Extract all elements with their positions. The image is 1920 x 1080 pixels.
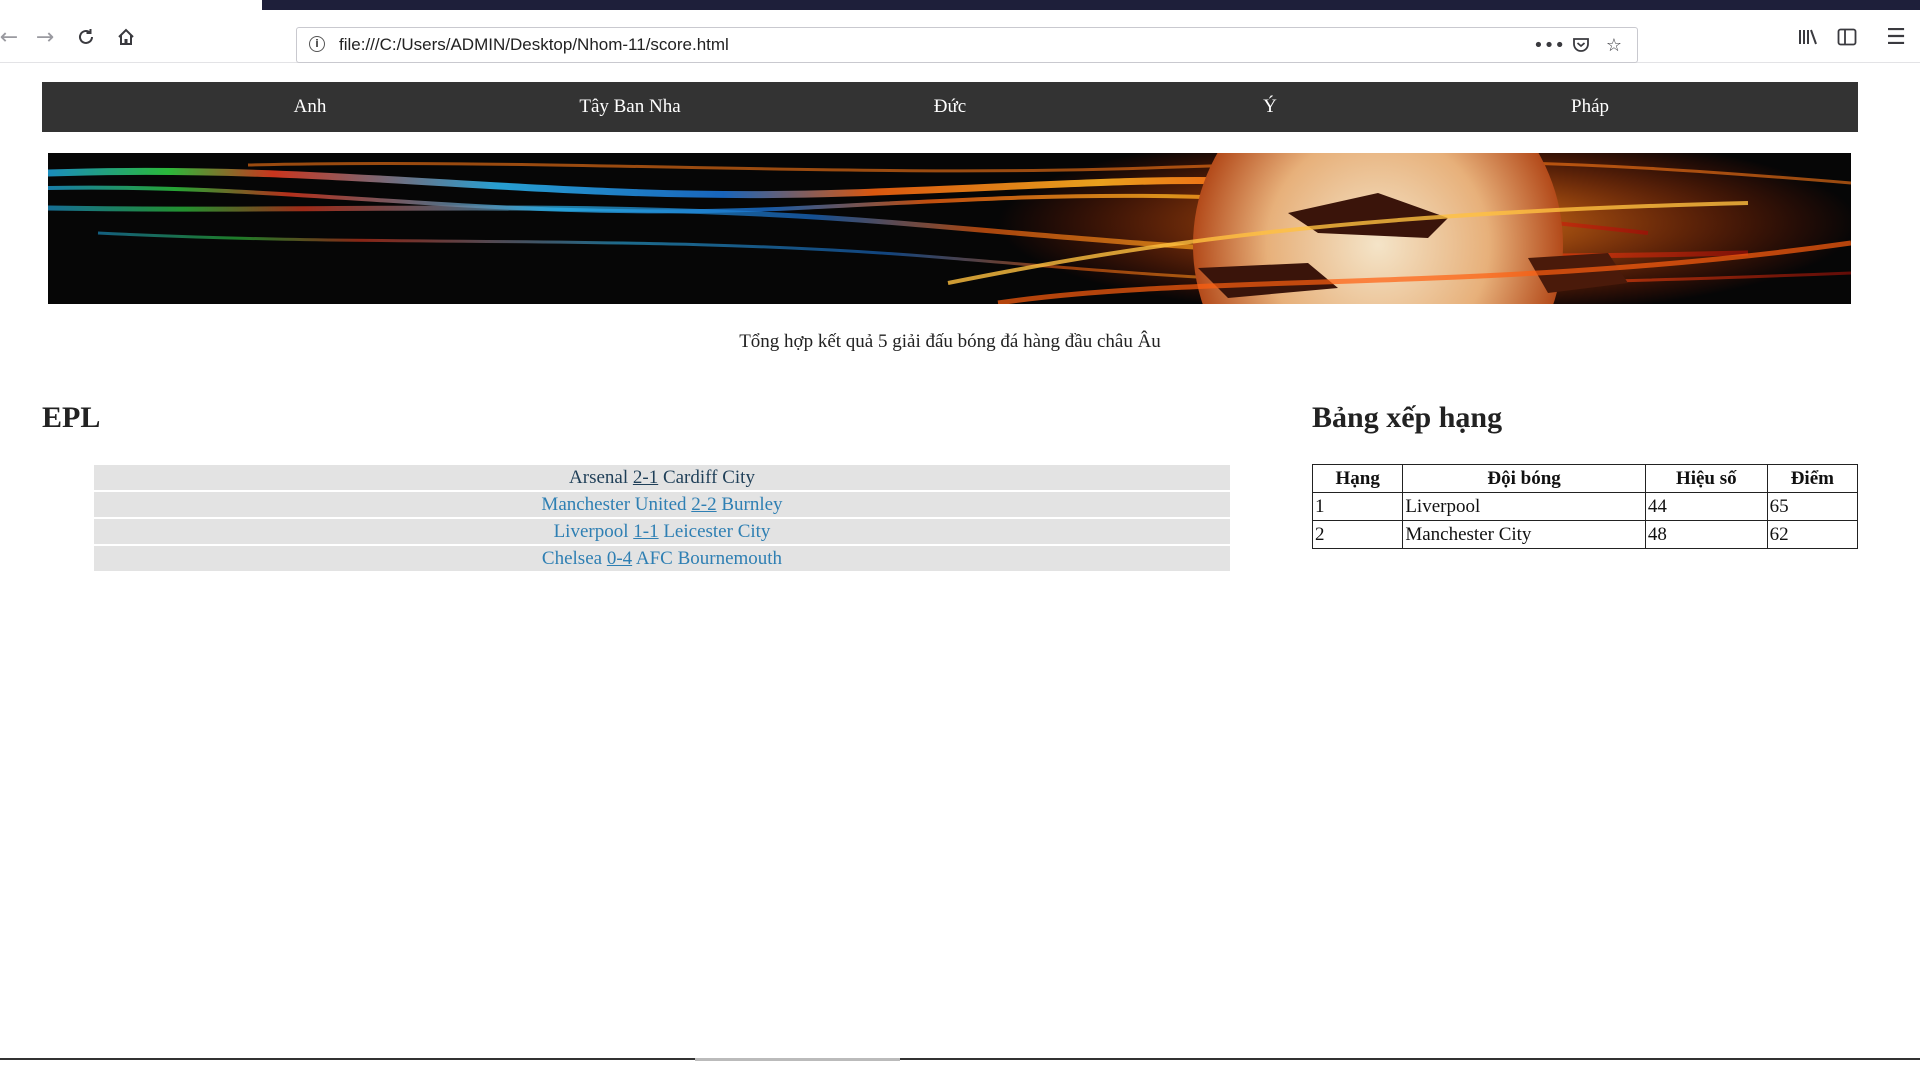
match-row: Chelsea 0-4 AFC Bournemouth xyxy=(94,546,1230,571)
nav-item-y[interactable]: Ý xyxy=(1110,82,1430,132)
away-team: Cardiff City xyxy=(662,467,755,488)
epl-heading: EPL xyxy=(42,401,101,434)
score-link[interactable]: 2-1 xyxy=(633,467,658,488)
match-row: Manchester United 2-2 Burnley xyxy=(94,492,1230,517)
team-cell: Liverpool xyxy=(1402,492,1646,521)
page-subtitle: Tổng hợp kết quả 5 giải đấu bóng đá hàng… xyxy=(739,331,1161,352)
goal-diff-cell: 44 xyxy=(1644,492,1768,521)
sidebar-icon[interactable] xyxy=(1830,22,1864,52)
home-team: Liverpool xyxy=(553,521,629,542)
nav-item-duc[interactable]: Đức xyxy=(790,82,1110,132)
score-link[interactable]: 1-1 xyxy=(633,521,658,542)
points-cell: 62 xyxy=(1766,520,1859,549)
flaming-ball-graphic xyxy=(48,153,1851,304)
horizontal-scrollbar[interactable] xyxy=(695,1058,900,1061)
browser-tab-strip xyxy=(262,0,1920,10)
table-header-row: Hạng Đội bóng Hiệu số Điểm xyxy=(1311,464,1859,493)
match-row: Arsenal 2-1 Cardiff City xyxy=(94,465,1230,490)
back-arrow-icon[interactable]: ← xyxy=(0,22,26,52)
home-team: Chelsea xyxy=(541,548,603,569)
url-text[interactable]: file:///C:/Users/ADMIN/Desktop/Nhom-11/s… xyxy=(339,35,729,55)
match-results-list: Arsenal 2-1 Cardiff City Manchester Unit… xyxy=(94,465,1230,573)
nav-item-tay-ban-nha[interactable]: Tây Ban Nha xyxy=(470,82,790,132)
pocket-icon[interactable] xyxy=(1567,32,1595,58)
home-team: Arsenal xyxy=(569,467,629,488)
away-team: Burnley xyxy=(721,494,783,515)
league-nav: Anh Tây Ban Nha Đức Ý Pháp xyxy=(42,82,1858,132)
score-link[interactable]: 0-4 xyxy=(607,548,632,569)
home-icon[interactable] xyxy=(109,22,143,52)
banner-image xyxy=(48,153,1851,304)
away-team: Leicester City xyxy=(663,521,771,542)
col-header-goal-diff: Hiệu số xyxy=(1644,464,1768,493)
url-bar[interactable]: i file:///C:/Users/ADMIN/Desktop/Nhom-11… xyxy=(296,27,1638,63)
more-dots-icon[interactable]: ••• xyxy=(1533,32,1565,58)
reload-icon[interactable] xyxy=(69,22,103,52)
rank-cell: 2 xyxy=(1311,520,1404,549)
standings-table: Hạng Đội bóng Hiệu số Điểm 1 Liverpool 4… xyxy=(1311,464,1859,549)
goal-diff-cell: 48 xyxy=(1644,520,1768,549)
rank-cell: 1 xyxy=(1311,492,1404,521)
table-row: 2 Manchester City 48 62 xyxy=(1311,520,1859,549)
home-team: Manchester United xyxy=(541,494,687,515)
nav-item-phap[interactable]: Pháp xyxy=(1430,82,1750,132)
col-header-team: Đội bóng xyxy=(1402,464,1646,493)
points-cell: 65 xyxy=(1766,492,1859,521)
hamburger-menu-icon[interactable]: ☰ xyxy=(1879,22,1913,52)
forward-arrow-icon[interactable]: → xyxy=(28,22,62,52)
info-icon[interactable]: i xyxy=(309,36,325,52)
nav-item-anh[interactable]: Anh xyxy=(150,82,470,132)
bottom-divider xyxy=(0,1058,1920,1060)
match-row: Liverpool 1-1 Leicester City xyxy=(94,519,1230,544)
star-icon[interactable]: ☆ xyxy=(1600,32,1628,58)
away-team: AFC Bournemouth xyxy=(635,548,783,569)
table-row: 1 Liverpool 44 65 xyxy=(1311,492,1859,521)
team-cell: Manchester City xyxy=(1402,520,1646,549)
library-icon[interactable] xyxy=(1791,22,1825,52)
col-header-rank: Hạng xyxy=(1311,464,1404,493)
score-link[interactable]: 2-2 xyxy=(691,494,716,515)
standings-heading: Bảng xếp hạng xyxy=(1312,401,1503,434)
browser-toolbar: ← → i file:///C:/Users/ADMIN/Desktop/Nho… xyxy=(0,10,1920,63)
col-header-points: Điểm xyxy=(1766,464,1859,493)
